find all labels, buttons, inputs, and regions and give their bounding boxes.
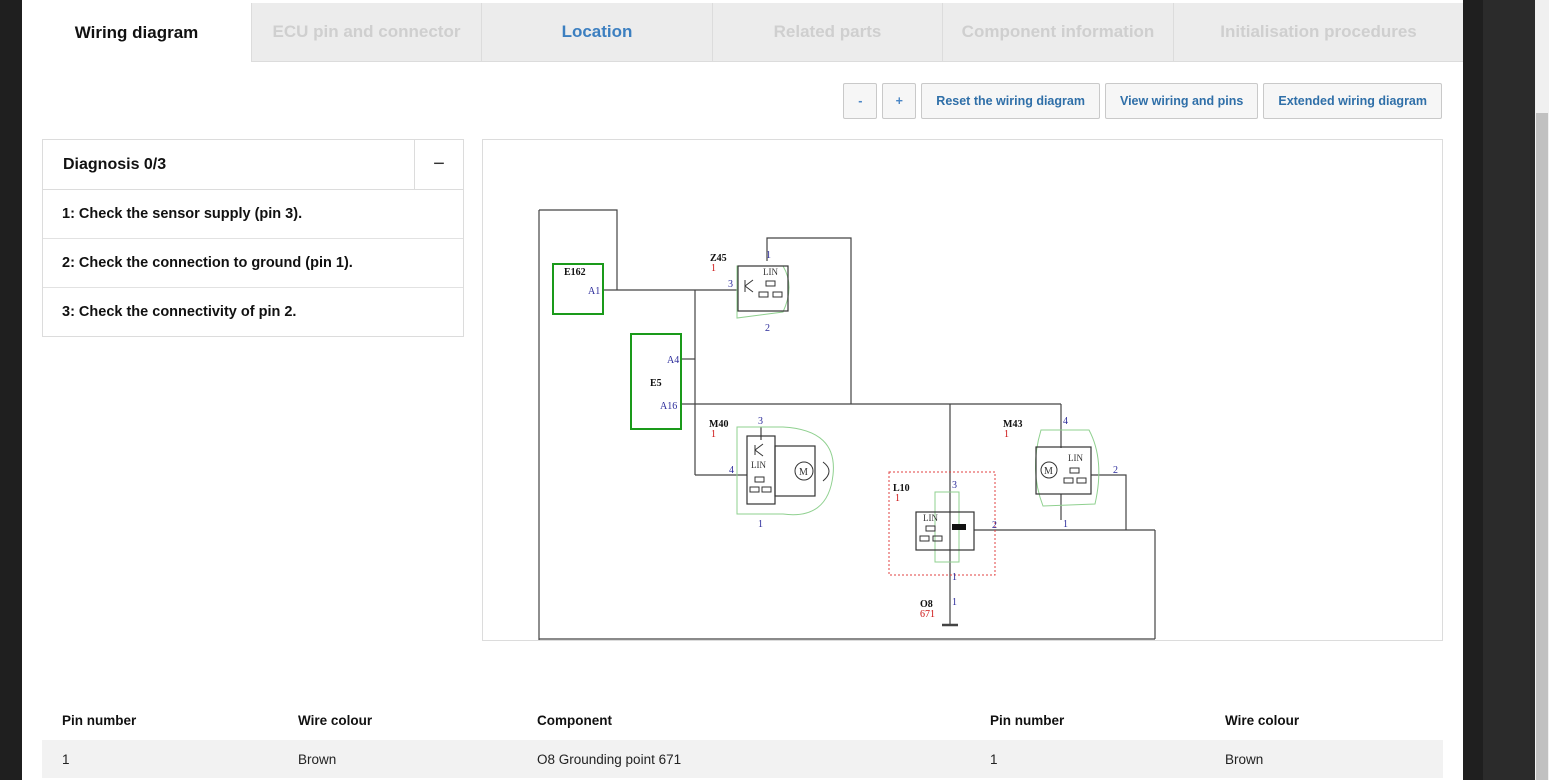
battery-icon xyxy=(952,524,966,530)
e5-label: E5 xyxy=(650,378,662,389)
component-index: 1 xyxy=(895,493,900,504)
table-cell: 1 xyxy=(970,740,1205,778)
pin-label: 1 xyxy=(1063,519,1068,530)
lin-label: LIN xyxy=(763,267,778,277)
table-cell: O8 Grounding point 671 xyxy=(517,740,970,778)
wiring-schematic[interactable]: E162 A1 E5 A4 A16 Z45 1 1 2 3 LIN M M40 … xyxy=(483,140,1442,640)
component-e162[interactable]: E162 A1 xyxy=(552,263,604,315)
relay-icon xyxy=(1063,477,1074,484)
wire xyxy=(766,237,852,404)
tab-location[interactable]: Location xyxy=(482,3,713,62)
pin-label: 1 xyxy=(952,572,957,583)
fan-icon xyxy=(822,461,830,482)
pin-label: A4 xyxy=(667,355,679,366)
relay-icon xyxy=(932,535,943,542)
pin-label: 3 xyxy=(758,416,763,427)
table-cell: Brown xyxy=(278,740,517,778)
component-index: 671 xyxy=(920,609,935,620)
relay-icon xyxy=(754,476,765,483)
pin-label: 2 xyxy=(765,323,770,334)
pin-table: Pin number Wire colour Component Pin num… xyxy=(42,700,1443,778)
table-cell: Brown xyxy=(1205,740,1443,778)
pin-label: 3 xyxy=(952,480,957,491)
diagnosis-title: Diagnosis 0/3 xyxy=(63,155,167,173)
pin-label: 2 xyxy=(1113,465,1118,476)
component-index: 1 xyxy=(711,429,716,440)
zoom-in-button[interactable]: + xyxy=(882,83,917,119)
reset-wiring-diagram-button[interactable]: Reset the wiring diagram xyxy=(921,83,1100,119)
pin-label: 4 xyxy=(729,465,734,476)
pin-label: 1 xyxy=(758,519,763,530)
extended-wiring-diagram-button[interactable]: Extended wiring diagram xyxy=(1263,83,1442,119)
tab-wiring-diagram[interactable]: Wiring diagram xyxy=(22,3,252,62)
view-wiring-and-pins-button[interactable]: View wiring and pins xyxy=(1104,83,1259,119)
motor-label: M xyxy=(1044,466,1053,477)
lin-label: LIN xyxy=(1068,453,1083,463)
component-e5[interactable]: E5 A4 A16 xyxy=(630,333,682,430)
relay-icon xyxy=(925,525,936,532)
relay-icon xyxy=(772,291,783,298)
pin-label: 3 xyxy=(728,279,733,290)
pin-label: A16 xyxy=(660,401,677,412)
column-header: Pin number xyxy=(990,712,1065,728)
diagnosis-step[interactable]: 1: Check the sensor supply (pin 3). xyxy=(43,190,463,239)
relay-icon xyxy=(765,280,776,287)
column-header: Component xyxy=(537,712,612,728)
column-header: Pin number xyxy=(62,712,137,728)
scrollbar-thumb[interactable] xyxy=(1536,113,1548,780)
tab-ecu-pin-and-connector[interactable]: ECU pin and connector xyxy=(252,3,482,62)
column-header: Wire colour xyxy=(1225,712,1300,728)
component-l10[interactable]: L10 1 3 2 1 LIN xyxy=(888,471,997,583)
table-header-row: Pin number Wire colour Component Pin num… xyxy=(42,700,1443,740)
transistor-icon xyxy=(744,279,754,293)
relay-icon xyxy=(1076,477,1087,484)
pin-label: 4 xyxy=(1063,416,1068,427)
m40-box xyxy=(746,435,776,505)
diagnosis-panel: Diagnosis 0/3 − 1: Check the sensor supp… xyxy=(42,139,464,337)
m40-outline xyxy=(736,426,834,516)
diagnosis-step[interactable]: 2: Check the connection to ground (pin 1… xyxy=(43,239,463,288)
page-gutter xyxy=(1463,0,1483,780)
component-o8[interactable]: O8 671 1 xyxy=(920,597,957,620)
diagnosis-header: Diagnosis 0/3 − xyxy=(43,140,463,190)
component-index: 1 xyxy=(711,263,716,274)
pin-label: 2 xyxy=(992,520,997,531)
tab-related-parts[interactable]: Related parts xyxy=(713,3,943,62)
column-header: Wire colour xyxy=(298,712,373,728)
table-cell: 1 xyxy=(42,740,278,778)
component-z45[interactable]: Z45 1 1 2 3 LIN xyxy=(710,250,790,334)
motor-label: M xyxy=(799,467,808,478)
wiring-diagram-canvas[interactable]: E162 A1 E5 A4 A16 Z45 1 1 2 3 LIN M M40 … xyxy=(482,139,1443,641)
relay-icon xyxy=(919,535,930,542)
relay-icon xyxy=(758,291,769,298)
lin-label: LIN xyxy=(923,513,938,523)
tab-component-information[interactable]: Component information xyxy=(943,3,1174,62)
wire xyxy=(539,209,618,290)
diagram-toolbar: - + Reset the wiring diagram View wiring… xyxy=(843,83,1442,119)
component-index: 1 xyxy=(1004,429,1009,440)
pin-label: 1 xyxy=(952,597,957,608)
wire xyxy=(1091,474,1127,530)
tab-initialisation-procedures[interactable]: Initialisation procedures xyxy=(1174,3,1463,62)
diagnosis-step[interactable]: 3: Check the connectivity of pin 2. xyxy=(43,288,463,336)
relay-icon xyxy=(761,486,772,493)
zoom-out-button[interactable]: - xyxy=(843,83,878,119)
pin-label: 1 xyxy=(766,250,771,261)
relay-icon xyxy=(1069,467,1080,474)
component-m40[interactable]: M M40 1 3 4 1 LIN xyxy=(709,416,834,530)
lin-label: LIN xyxy=(751,460,766,470)
e162-label: E162 xyxy=(564,267,586,278)
tab-bar: Wiring diagram ECU pin and connector Loc… xyxy=(22,3,1463,62)
content-panel: Wiring diagram ECU pin and connector Loc… xyxy=(22,0,1463,780)
relay-icon xyxy=(749,486,760,493)
collapse-icon[interactable]: − xyxy=(414,140,463,189)
pin-label: A1 xyxy=(588,286,600,297)
table-row[interactable]: 1 Brown O8 Grounding point 671 1 Brown xyxy=(42,740,1443,778)
transistor-icon xyxy=(754,443,764,457)
